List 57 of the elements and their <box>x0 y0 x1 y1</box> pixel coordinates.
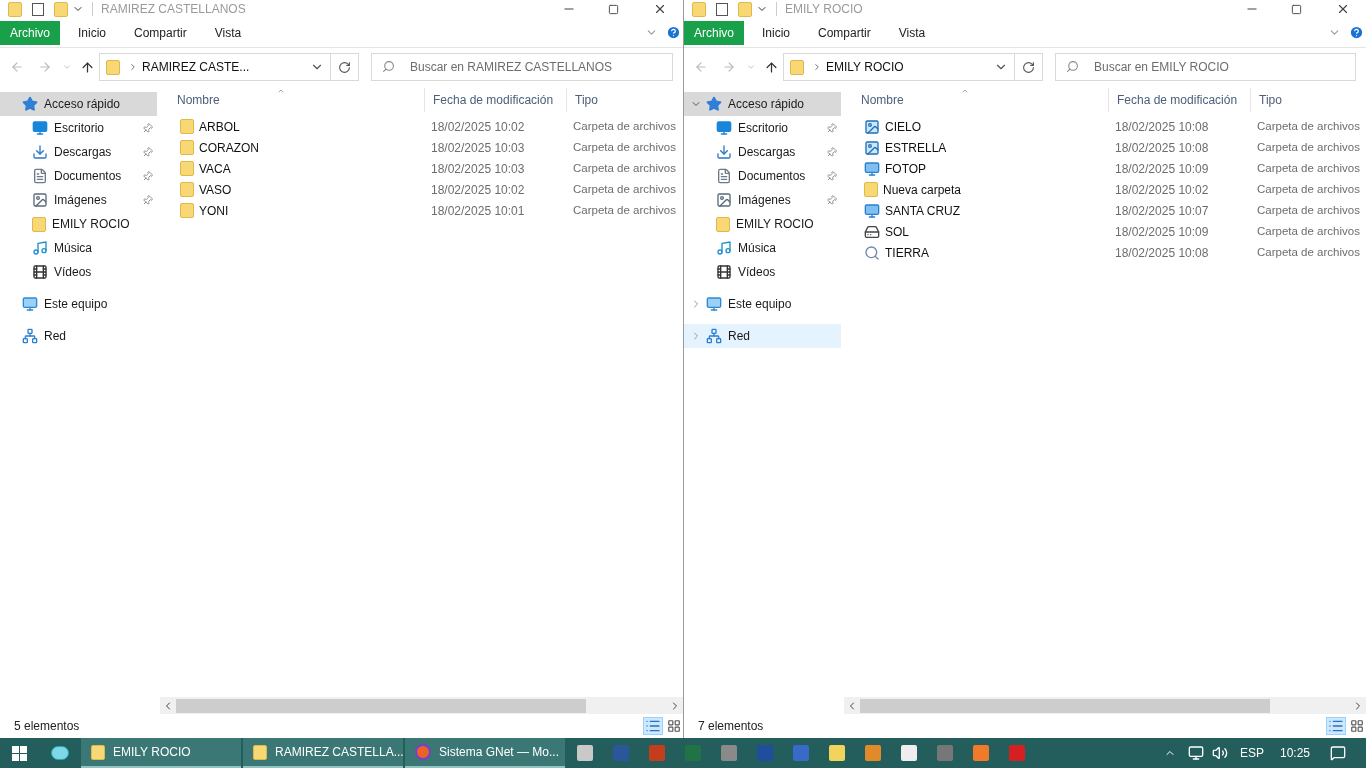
file-row[interactable]: Nueva carpeta 18/02/2025 10:02 Carpeta de archivos <box>844 179 1366 200</box>
ribbon-tab[interactable]: Vista <box>204 20 252 45</box>
file-row[interactable]: CORAZON 18/02/2025 10:03 Carpeta de archivos <box>160 137 683 158</box>
status-text: 7 elementos <box>698 718 765 735</box>
column-header[interactable]: Nombre <box>177 91 220 109</box>
file-row[interactable]: SOL 18/02/2025 10:09 Carpeta de archivos <box>844 221 1366 242</box>
window-title: RAMIREZ CASTELLANOS <box>101 1 246 18</box>
sidebar-item[interactable]: Música <box>0 236 157 260</box>
sidebar-item[interactable]: Imágenes <box>684 188 841 212</box>
ribbon-tab[interactable]: Compartir <box>808 20 881 45</box>
address-bar[interactable]: RAMIREZ CASTE... <box>99 53 331 81</box>
sidebar-item[interactable]: Descargas <box>684 140 841 164</box>
sidebar-item[interactable]: Red <box>0 324 157 348</box>
file-row[interactable]: ESTRELLA 18/02/2025 10:08 Carpeta de archivos <box>844 137 1366 158</box>
column-header[interactable]: Nombre <box>861 91 904 109</box>
file-row[interactable]: VACA 18/02/2025 10:03 Carpeta de archivos <box>160 158 683 179</box>
status-text: 5 elementos <box>14 718 81 735</box>
column-header[interactable]: Tipo <box>575 91 598 109</box>
column-header[interactable]: Fecha de modificación <box>433 91 554 109</box>
file-row[interactable]: FOTOP 18/02/2025 10:09 Carpeta de archivos <box>844 158 1366 179</box>
file-row[interactable]: YONI 18/02/2025 10:01 Carpeta de archivos <box>160 200 683 221</box>
sidebar-item[interactable]: Este equipo <box>684 292 841 316</box>
column-header[interactable]: Tipo <box>1259 91 1282 109</box>
sidebar-item[interactable]: Vídeos <box>684 260 841 284</box>
sidebar-item[interactable]: Este equipo <box>0 292 157 316</box>
address-bar[interactable]: EMILY ROCIO <box>783 53 1015 81</box>
sidebar-item[interactable]: Red <box>684 324 841 348</box>
sidebar-item[interactable]: EMILY ROCIO <box>0 212 157 236</box>
clock[interactable]: 10:25 <box>1279 744 1310 762</box>
ribbon-tab[interactable]: Compartir <box>124 20 197 45</box>
sidebar-item[interactable]: Vídeos <box>0 260 157 284</box>
taskbar-button[interactable]: Sistema GNet — Mo... <box>405 738 565 768</box>
file-row[interactable]: TIERRA 18/02/2025 10:08 Carpeta de archivos <box>844 242 1366 263</box>
sidebar-item[interactable]: Documentos <box>0 164 157 188</box>
sidebar-item[interactable]: EMILY ROCIO <box>684 212 841 236</box>
window-title: EMILY ROCIO <box>785 1 863 18</box>
sidebar-item[interactable]: Música <box>684 236 841 260</box>
sidebar-item[interactable]: Acceso rápido <box>0 92 157 116</box>
search-field[interactable]: Buscar en RAMIREZ CASTELLANOS <box>371 53 673 81</box>
ribbon-tab[interactable]: Vista <box>888 20 936 45</box>
file-row[interactable]: ARBOL 18/02/2025 10:02 Carpeta de archivos <box>160 116 683 137</box>
file-row[interactable]: SANTA CRUZ 18/02/2025 10:07 Carpeta de archivos <box>844 200 1366 221</box>
ribbon-tab[interactable]: Inicio <box>752 20 801 45</box>
sidebar-item[interactable]: Imágenes <box>0 188 157 212</box>
sidebar-item[interactable]: Escritorio <box>684 116 841 140</box>
taskbar-button[interactable]: RAMIREZ CASTELLA... <box>243 738 403 768</box>
ribbon-tab[interactable]: Inicio <box>68 20 117 45</box>
sidebar-item[interactable]: Escritorio <box>0 116 157 140</box>
sidebar-item[interactable]: Documentos <box>684 164 841 188</box>
sidebar-item[interactable]: Descargas <box>0 140 157 164</box>
language-indicator[interactable]: ESP <box>1239 744 1264 762</box>
taskbar-button[interactable]: EMILY ROCIO <box>81 738 241 768</box>
sidebar-item[interactable]: Acceso rápido <box>684 92 841 116</box>
search-field[interactable]: Buscar en EMILY ROCIO <box>1055 53 1356 81</box>
file-row[interactable]: CIELO 18/02/2025 10:08 Carpeta de archivos <box>844 116 1366 137</box>
column-header[interactable]: Fecha de modificación <box>1117 91 1238 109</box>
file-row[interactable]: VASO 18/02/2025 10:02 Carpeta de archivos <box>160 179 683 200</box>
